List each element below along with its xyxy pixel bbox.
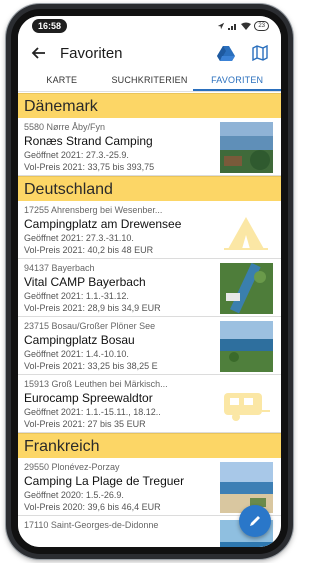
back-arrow-icon[interactable] [28, 42, 50, 64]
list-item[interactable]: 17255 Ahrensberg bei Wesenber... Camping… [18, 201, 281, 259]
item-price: Vol-Preis 2021: 33,25 bis 38,25 E [24, 361, 158, 371]
item-opening: Geöffnet 2021: 1.1.-15.11., 18.12.. [24, 407, 161, 417]
location-icon [218, 22, 225, 30]
map-icon[interactable] [249, 42, 271, 64]
app-screen: 16:58 23 Favoriten KARTE SUCHKRITERIEN F… [18, 16, 281, 547]
item-name: Vital CAMP Bayerbach [24, 275, 146, 289]
item-thumbnail [220, 462, 273, 513]
item-name: Campingplatz am Drewensee [24, 217, 182, 231]
item-thumbnail [220, 263, 273, 314]
tab-bar: KARTE SUCHKRITERIEN FAVORITEN [18, 70, 281, 92]
item-opening: Geöffnet 2021: 27.3.-31.10. [24, 233, 134, 243]
item-opening: Geöffnet 2021: 27.3.-25.9. [24, 150, 129, 160]
page-title: Favoriten [60, 44, 123, 62]
status-icons: 23 [217, 21, 269, 31]
edit-fab-button[interactable] [239, 505, 271, 537]
item-location: 5580 Nørre Åby/Fyn [24, 122, 106, 132]
item-location: 23715 Bosau/Großer Plöner See [24, 321, 156, 331]
tab-karte[interactable]: KARTE [18, 70, 106, 91]
item-name: Ronæs Strand Camping [24, 134, 153, 148]
item-name: Camping La Plage de Treguer [24, 474, 185, 488]
app-bar: Favoriten [18, 36, 281, 70]
list-item[interactable]: 5580 Nørre Åby/Fyn Ronæs Strand Camping … [18, 118, 281, 176]
item-location: 17110 Saint-Georges-de-Didonne [24, 520, 159, 530]
favorites-list[interactable]: Dänemark 5580 Nørre Åby/Fyn Ronæs Strand… [18, 93, 281, 547]
tent-placeholder-icon [220, 205, 273, 256]
wifi-icon [241, 22, 252, 30]
status-bar: 16:58 23 [18, 16, 281, 36]
item-location: 29550 Plonévez-Porzay [24, 462, 120, 472]
item-opening: Geöffnet 2021: 1.1.-31.12. [24, 291, 129, 301]
tab-favoriten[interactable]: FAVORITEN [193, 70, 281, 91]
section-header-daenemark: Dänemark [18, 93, 281, 118]
caravan-placeholder-icon [220, 379, 273, 430]
item-name: Eurocamp Spreewaldtor [24, 391, 153, 405]
list-item[interactable]: 29550 Plonévez-Porzay Camping La Plage d… [18, 458, 281, 516]
google-drive-icon[interactable] [215, 42, 237, 64]
item-price: Vol-Preis 2021: 40,2 bis 48 EUR [24, 245, 154, 255]
item-price: Vol-Preis 2021: 27 bis 35 EUR [24, 419, 146, 429]
status-time: 16:58 [32, 19, 68, 33]
signal-icon [228, 24, 237, 30]
item-opening: Geöffnet 2021: 1.4.-10.10. [24, 349, 129, 359]
list-item[interactable]: 94137 Bayerbach Vital CAMP Bayerbach Geö… [18, 259, 281, 317]
item-location: 15913 Groß Leuthen bei Märkisch... [24, 379, 168, 389]
item-price: Vol-Preis 2020: 39,6 bis 46,4 EUR [24, 502, 161, 512]
section-header-deutschland: Deutschland [18, 176, 281, 201]
item-name: Campingplatz Bosau [24, 333, 135, 347]
list-item[interactable]: 23715 Bosau/Großer Plöner See Campingpla… [18, 317, 281, 375]
section-header-frankreich: Frankreich [18, 433, 281, 458]
item-price: Vol-Preis 2021: 28,9 bis 34,9 EUR [24, 303, 161, 313]
phone-bezel: 16:58 23 Favoriten KARTE SUCHKRITERIEN F… [11, 9, 288, 554]
item-opening: Geöffnet 2020: 1.5.-26.9. [24, 490, 124, 500]
item-location: 94137 Bayerbach [24, 263, 95, 273]
item-location: 17255 Ahrensberg bei Wesenber... [24, 205, 163, 215]
item-thumbnail [220, 122, 273, 173]
edit-pencil-icon [250, 516, 260, 526]
tab-suchkriterien[interactable]: SUCHKRITERIEN [106, 70, 194, 91]
list-item[interactable]: 15913 Groß Leuthen bei Märkisch... Euroc… [18, 375, 281, 433]
battery-icon: 23 [254, 21, 269, 31]
phone-frame: 16:58 23 Favoriten KARTE SUCHKRITERIEN F… [6, 4, 293, 559]
item-thumbnail [220, 321, 273, 372]
item-price: Vol-Preis 2021: 33,75 bis 393,75 [24, 162, 155, 172]
